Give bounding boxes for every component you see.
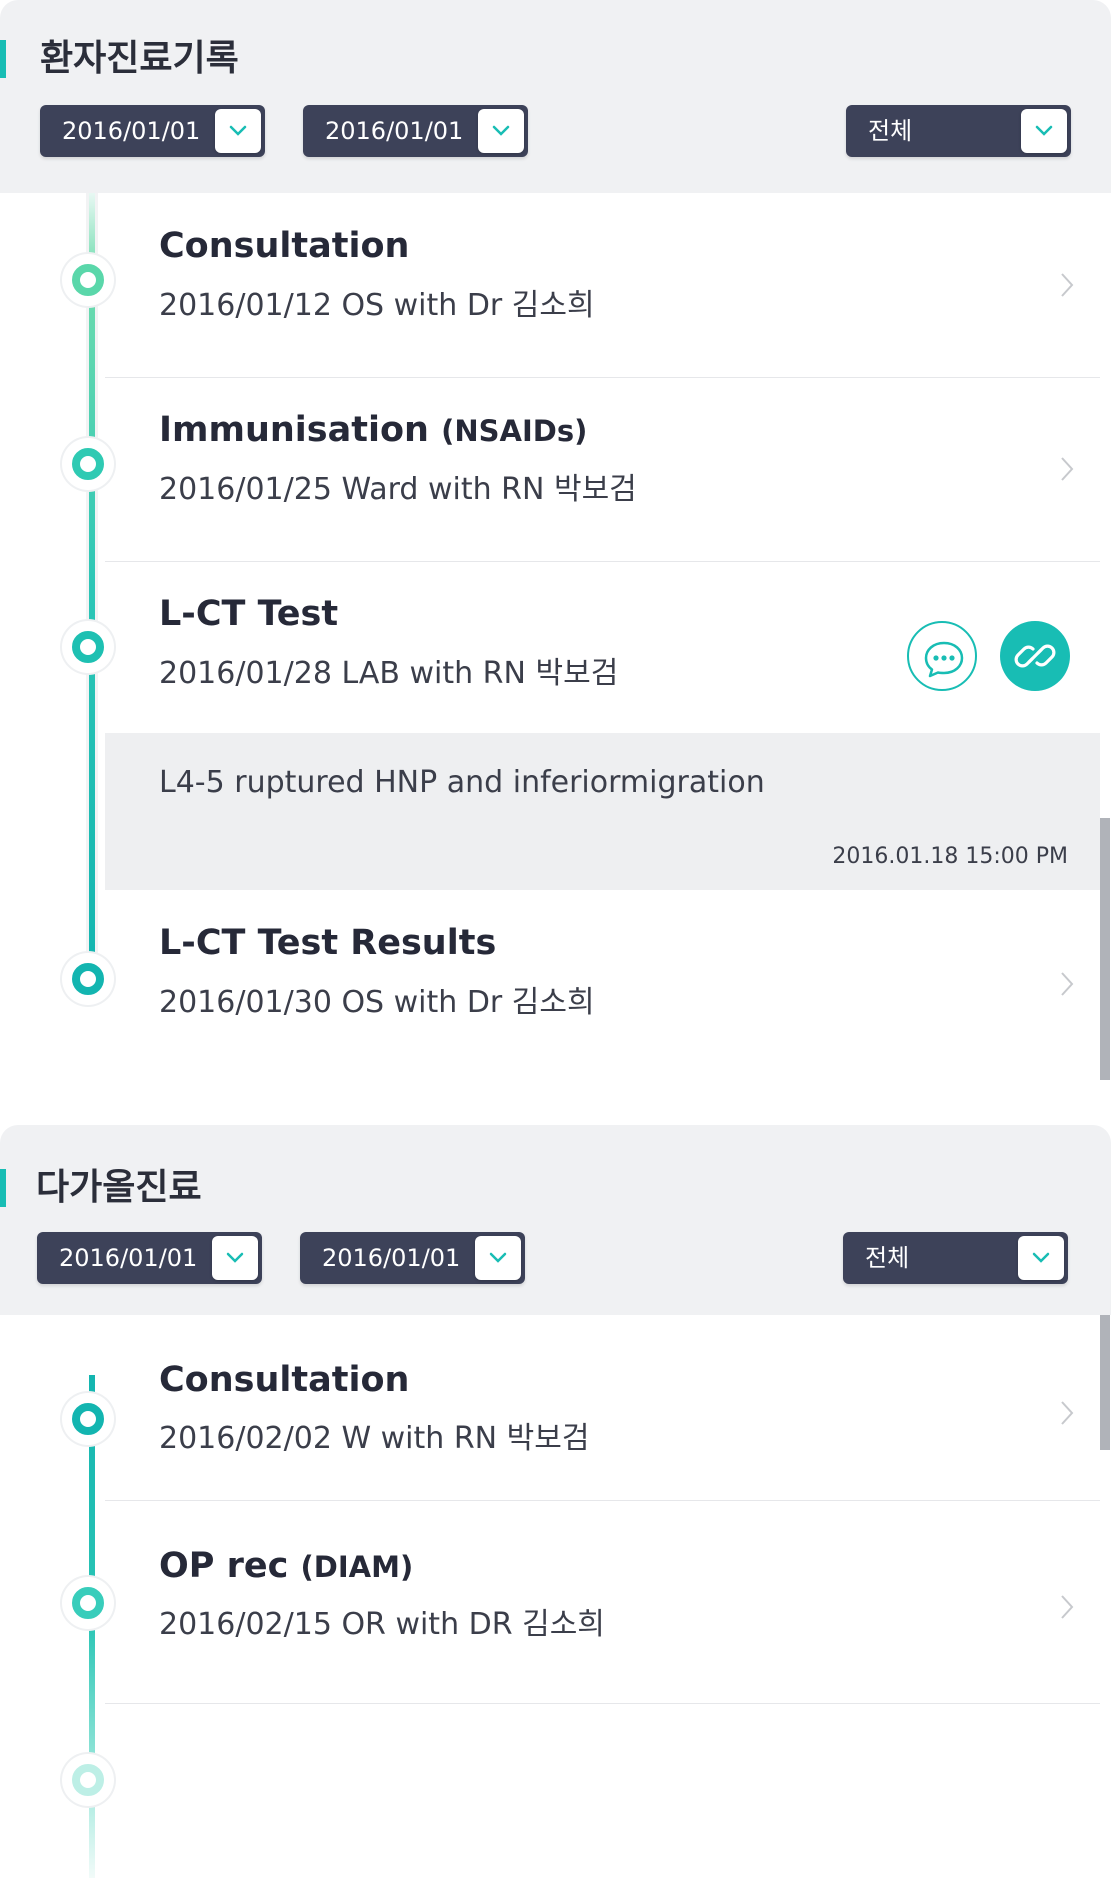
patient-records-section: 환자진료기록 2016/01/01 2016/01/01 전체 Consulta… [0, 0, 1111, 1085]
record-item[interactable]: L-CT Test Results 2016/01/30 OS with Dr … [105, 890, 1100, 1080]
chevron-right-icon [1061, 273, 1074, 297]
record-item-expanded[interactable]: L-CT Test 2016/01/28 LAB with RN 박보검 [105, 561, 1100, 733]
chevron-down-icon[interactable] [475, 1236, 521, 1280]
record-info: 2016/02/15 OR with DR 김소희 [159, 1607, 605, 1642]
type-value: 전체 [865, 1244, 910, 1272]
record-info: 2016/01/12 OS with Dr 김소희 [159, 288, 595, 323]
chevron-right-icon [1061, 457, 1074, 481]
record-title: Consultation [159, 226, 410, 266]
chevron-right-icon [1061, 1401, 1074, 1425]
chevron-right-icon [1061, 972, 1074, 996]
chevron-right-icon [1061, 1595, 1074, 1619]
date-from-value: 2016/01/01 [62, 117, 201, 145]
date-from-select[interactable]: 2016/01/01 [40, 105, 265, 157]
date-to-select[interactable]: 2016/01/01 [303, 105, 528, 157]
timeline-node [62, 1754, 114, 1806]
record-info: 2016/01/30 OS with Dr 김소희 [159, 985, 595, 1020]
link-icon [1014, 644, 1056, 668]
chevron-down-icon[interactable] [1018, 1236, 1064, 1280]
record-info: 2016/02/02 W with RN 박보검 [159, 1421, 590, 1456]
upcoming-visits-section: 다가올진료 2016/01/01 2016/01/01 전체 Consultat… [0, 1125, 1111, 1878]
date-from-select[interactable]: 2016/01/01 [37, 1232, 262, 1284]
record-title-sub: (DIAM) [300, 1550, 414, 1584]
date-to-select[interactable]: 2016/01/01 [300, 1232, 525, 1284]
date-to-value: 2016/01/01 [325, 117, 464, 145]
title-accent-bar [0, 40, 6, 78]
section-title: 환자진료기록 [40, 38, 239, 79]
record-info: 2016/01/28 LAB with RN 박보검 [159, 656, 619, 691]
record-item[interactable]: Consultation 2016/02/02 W with RN 박보검 [105, 1315, 1100, 1501]
link-button[interactable] [1000, 621, 1070, 691]
type-value: 전체 [868, 117, 913, 145]
record-title: Immunisation (NSAIDs) [159, 410, 588, 450]
scrollbar[interactable] [1100, 1315, 1110, 1878]
record-item[interactable]: Consultation 2016/01/12 OS with Dr 김소희 [105, 193, 1100, 378]
upcoming-header: 다가올진료 2016/01/01 2016/01/01 전체 [0, 1125, 1111, 1315]
section-title: 다가올진료 [36, 1167, 202, 1208]
scrollbar[interactable] [1100, 193, 1110, 1080]
memo-text: L4-5 ruptured HNP and inferiormigration [159, 765, 765, 800]
title-accent-bar [0, 1169, 6, 1207]
chat-bubble-icon [924, 641, 964, 678]
record-title: L-CT Test Results [159, 923, 497, 963]
record-title: OP rec (DIAM) [159, 1546, 414, 1586]
record-title-sub: (NSAIDs) [441, 414, 588, 448]
type-select[interactable]: 전체 [843, 1232, 1068, 1284]
chevron-down-icon[interactable] [212, 1236, 258, 1280]
scrollbar-thumb[interactable] [1100, 818, 1110, 1080]
type-select[interactable]: 전체 [846, 105, 1071, 157]
chevron-down-icon[interactable] [1021, 109, 1067, 153]
chevron-down-icon[interactable] [215, 109, 261, 153]
record-info: 2016/01/25 Ward with RN 박보검 [159, 472, 637, 507]
scrollbar-thumb[interactable] [1100, 1315, 1110, 1450]
records-header: 환자진료기록 2016/01/01 2016/01/01 전체 [0, 0, 1111, 193]
record-item[interactable]: Immunisation (NSAIDs) 2016/01/25 Ward wi… [105, 377, 1100, 562]
date-from-value: 2016/01/01 [59, 1244, 198, 1272]
record-title: Consultation [159, 1360, 410, 1400]
date-to-value: 2016/01/01 [322, 1244, 461, 1272]
memo-timestamp: 2016.01.18 15:00 PM [832, 844, 1068, 869]
record-memo: L4-5 ruptured HNP and inferiormigration … [105, 733, 1100, 890]
comment-button[interactable] [907, 621, 977, 691]
record-title: L-CT Test [159, 594, 339, 634]
record-item[interactable]: OP rec (DIAM) 2016/02/15 OR with DR 김소희 [105, 1501, 1100, 1704]
chevron-down-icon[interactable] [478, 109, 524, 153]
